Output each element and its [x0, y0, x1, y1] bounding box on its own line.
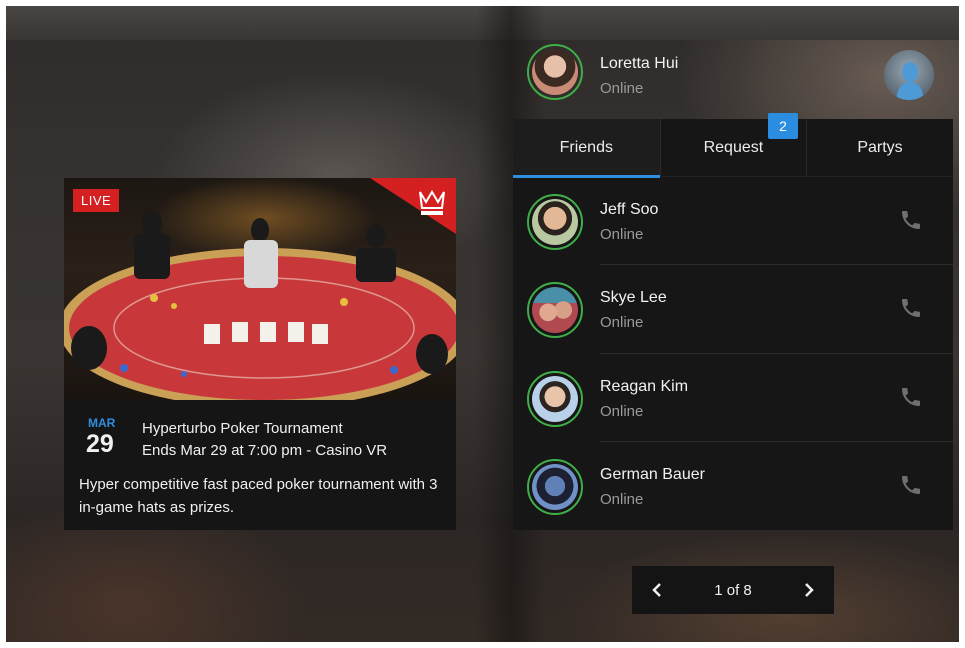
- avatar: [527, 282, 583, 339]
- pagination: 1 of 8: [632, 566, 834, 614]
- tab-partys[interactable]: Partys: [806, 119, 953, 177]
- profile-status: Online: [600, 80, 644, 97]
- friend-name: German Bauer: [600, 465, 705, 483]
- profile-name: Loretta Hui: [600, 55, 679, 72]
- event-description: Hyper competitive fast paced poker tourn…: [79, 476, 438, 516]
- user-icon[interactable]: [884, 50, 934, 100]
- tab-friends-label: Friends: [559, 139, 613, 156]
- avatar: [527, 194, 583, 250]
- tab-bar: Friends Request Partys 2: [513, 113, 953, 178]
- crown-icon: [370, 178, 456, 234]
- friend-name: Skye Lee: [600, 289, 667, 307]
- live-badge: LIVE: [73, 189, 120, 212]
- chevron-left-icon[interactable]: [650, 582, 664, 598]
- avatar: [527, 370, 583, 427]
- phone-icon[interactable]: [899, 473, 923, 497]
- friend-status: Online: [600, 402, 644, 420]
- phone-icon[interactable]: [899, 296, 923, 320]
- list-item[interactable]: Reagan Kim Online: [513, 354, 953, 442]
- event-day: 29: [86, 430, 114, 458]
- avatar: [527, 44, 583, 100]
- friend-status: Online: [600, 314, 644, 332]
- event-subtitle: Ends Mar 29 at 7:00 pm - Casino VR: [142, 442, 388, 459]
- event-details: MAR 29 Hyperturbo Poker Tournament Ends …: [64, 400, 456, 530]
- phone-icon[interactable]: [899, 385, 923, 409]
- event-title: Hyperturbo Poker Tournament: [142, 420, 343, 437]
- friend-status: Online: [600, 490, 644, 508]
- event-card[interactable]: LIVE MAR 29 Hyperturbo Poker Tournament …: [64, 178, 456, 530]
- list-item[interactable]: Skye Lee Online: [513, 265, 953, 354]
- friend-name: Jeff Soo: [600, 201, 659, 218]
- tab-friends[interactable]: Friends: [513, 119, 660, 178]
- event-month: MAR: [88, 416, 116, 430]
- avatar: [527, 458, 583, 515]
- user-profile[interactable]: Loretta Hui Online: [527, 44, 947, 106]
- list-item[interactable]: Jeff Soo Online: [513, 177, 953, 266]
- request-count-badge: 2: [768, 113, 798, 139]
- list-item[interactable]: German Bauer Online: [513, 442, 953, 530]
- event-thumbnail: LIVE: [64, 178, 456, 400]
- friends-panel: Friends Request Partys 2 Jeff Soo Online…: [513, 113, 953, 530]
- phone-icon[interactable]: [899, 208, 923, 232]
- friend-name: Reagan Kim: [600, 377, 689, 395]
- chevron-right-icon[interactable]: [802, 582, 816, 598]
- tab-request-label: Request: [703, 139, 764, 156]
- page-indicator: 1 of 8: [714, 581, 752, 599]
- tab-partys-label: Partys: [857, 139, 903, 156]
- friend-status: Online: [600, 226, 644, 243]
